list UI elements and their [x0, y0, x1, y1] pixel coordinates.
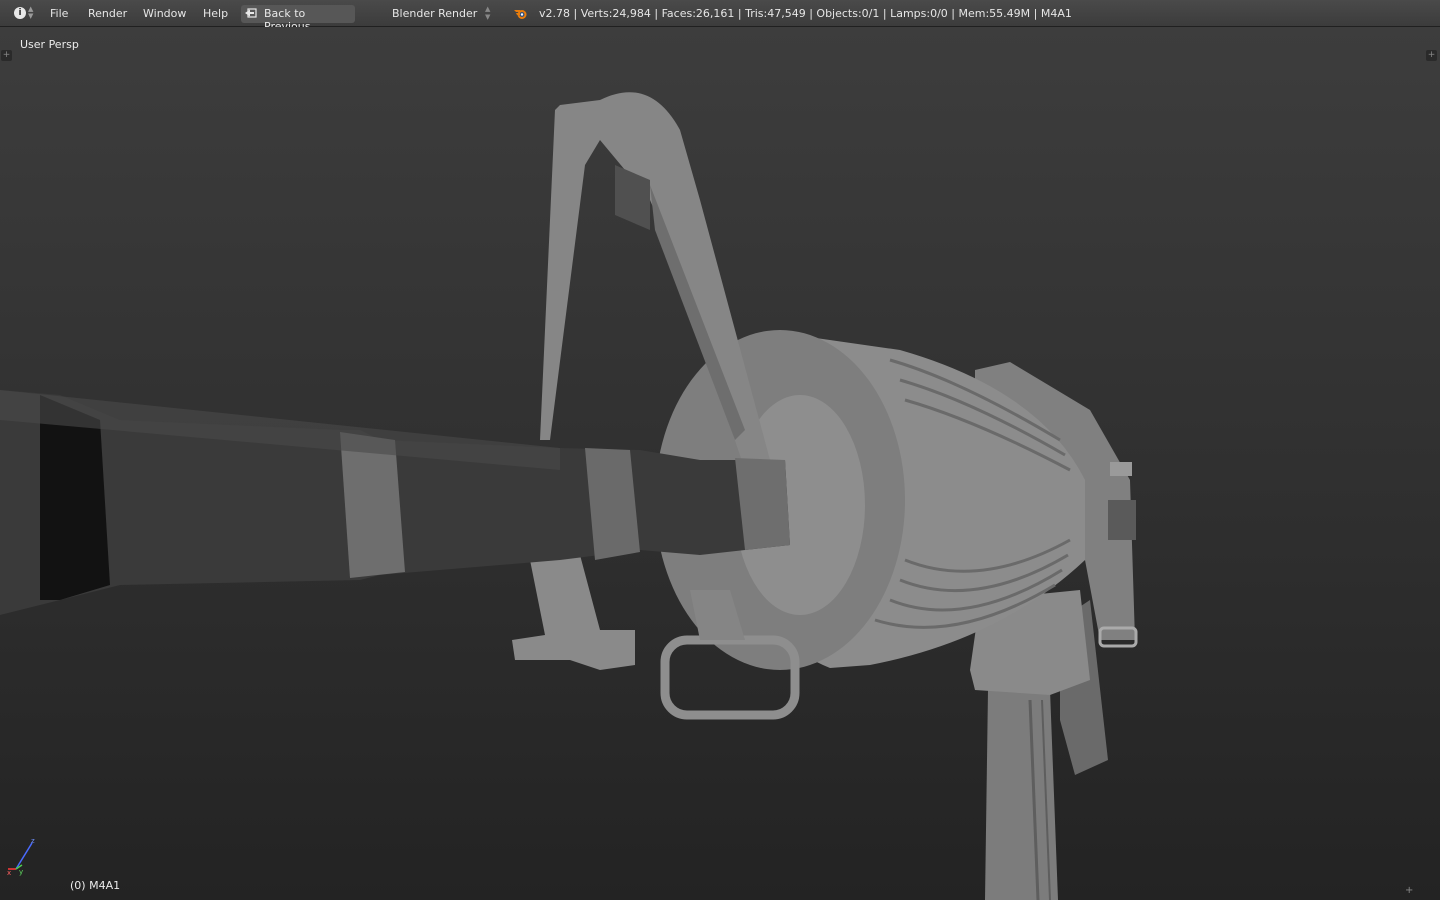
scene-stats: v2.78 | Verts:24,984 | Faces:26,161 | Tr…	[539, 7, 1072, 20]
menu-file[interactable]: File	[50, 7, 68, 20]
expand-properties-icon[interactable]: +	[1426, 50, 1437, 61]
sight-base	[512, 555, 635, 670]
menu-window[interactable]: Window	[143, 7, 186, 20]
menu-render[interactable]: Render	[88, 7, 127, 20]
chevron-updown-icon[interactable]: ▲ ▼	[485, 5, 490, 21]
svg-text:z: z	[31, 837, 35, 845]
blender-logo-icon	[514, 10, 527, 19]
expand-toolshelf-icon[interactable]: +	[1, 50, 12, 61]
view-mode-label: User Persp	[20, 38, 79, 51]
axis-gizmo-icon: x y z	[7, 837, 35, 877]
render-engine-select[interactable]: Blender Render	[392, 7, 477, 20]
3d-viewport[interactable]: User Persp + + + x y z (0) M4A1	[0, 27, 1440, 900]
active-object-label: (0) M4A1	[70, 879, 121, 892]
info-icon: i	[14, 7, 26, 19]
editor-type-button[interactable]: i ▲ ▼	[8, 6, 36, 22]
back-to-previous-button[interactable]: Back to Previous	[241, 5, 355, 33]
expand-region-icon[interactable]: +	[1405, 885, 1413, 896]
svg-text:y: y	[19, 868, 23, 876]
info-header: i ▲▼ File Render Window Help Back to Pre…	[0, 0, 1440, 33]
magazine	[985, 690, 1058, 900]
chevron-updown-icon: ▲ ▼	[28, 5, 34, 20]
back-arrow-icon	[245, 8, 257, 18]
svg-text:x: x	[7, 869, 11, 877]
menu-help[interactable]: Help	[203, 7, 228, 20]
m4a1-model	[0, 92, 1138, 900]
